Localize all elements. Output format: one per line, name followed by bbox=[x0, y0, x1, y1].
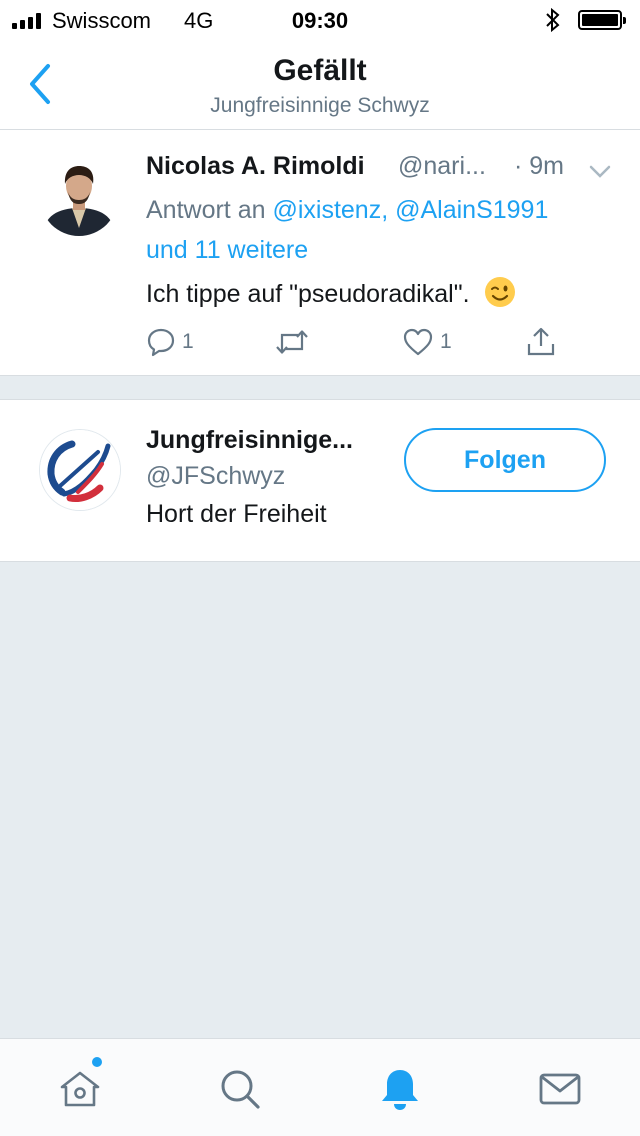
share-icon bbox=[527, 327, 555, 356]
tweet-body: Ich tippe auf "pseudoradikal". bbox=[146, 276, 616, 315]
share-button[interactable] bbox=[526, 324, 556, 360]
tab-home[interactable] bbox=[56, 1057, 104, 1113]
reply-context: Antwort an @ixistenz, @AlainS1991 und 11… bbox=[146, 190, 616, 270]
winking-face-icon bbox=[484, 276, 516, 315]
tab-search[interactable] bbox=[216, 1065, 264, 1113]
section-divider bbox=[0, 376, 640, 400]
tab-messages[interactable] bbox=[536, 1065, 584, 1113]
search-icon bbox=[221, 1070, 260, 1109]
nav-header: Gefällt Jungfreisinnige Schwyz bbox=[0, 40, 640, 130]
tweet-timestamp: · 9m bbox=[514, 152, 564, 180]
page-subtitle: Jungfreisinnige Schwyz bbox=[210, 94, 430, 117]
home-icon bbox=[60, 1071, 100, 1107]
tab-notifications[interactable] bbox=[376, 1065, 424, 1113]
jfs-logo-icon bbox=[40, 430, 120, 510]
bluetooth-icon bbox=[544, 7, 562, 38]
author-handle[interactable]: @nari... bbox=[398, 152, 486, 181]
notifications-icon bbox=[382, 1070, 418, 1110]
heart-icon bbox=[403, 328, 433, 356]
tweet-actions: 1 1 bbox=[146, 324, 586, 360]
reply-mentions[interactable]: @ixistenz, @AlainS1991 bbox=[272, 196, 548, 224]
like-count: 1 bbox=[440, 330, 452, 353]
tweet-card[interactable]: Nicolas A. Rimoldi @nari... · 9m Antwort… bbox=[0, 130, 640, 376]
account-card[interactable]: Jungfreisinnige... @JFSchwyz Hort der Fr… bbox=[0, 400, 640, 562]
tab-bar bbox=[0, 1038, 640, 1136]
author-name[interactable]: Nicolas A. Rimoldi bbox=[146, 152, 365, 181]
account-handle[interactable]: @JFSchwyz bbox=[146, 462, 285, 491]
tweet-header: Nicolas A. Rimoldi @nari... · 9m bbox=[146, 152, 616, 186]
retweet-button[interactable] bbox=[274, 324, 310, 360]
chevron-down-icon[interactable] bbox=[588, 158, 612, 178]
reply-icon bbox=[147, 328, 175, 357]
battery-icon bbox=[578, 10, 626, 30]
tweet-text: Ich tippe auf "pseudoradikal". bbox=[146, 280, 470, 309]
reply-button[interactable]: 1 bbox=[146, 324, 194, 360]
reply-more-link[interactable]: und 11 weitere bbox=[146, 236, 308, 264]
reply-prefix: Antwort an bbox=[146, 196, 266, 224]
account-avatar[interactable] bbox=[40, 430, 120, 510]
follow-button[interactable]: Folgen bbox=[404, 428, 606, 492]
avatar[interactable] bbox=[40, 158, 118, 236]
reply-count: 1 bbox=[182, 330, 194, 353]
page-title: Gefällt bbox=[273, 54, 367, 87]
account-bio: Hort der Freiheit bbox=[146, 500, 327, 528]
like-button[interactable]: 1 bbox=[402, 324, 452, 360]
status-bar: Swisscom 4G 09:30 bbox=[0, 0, 640, 40]
account-name[interactable]: Jungfreisinnige... bbox=[146, 426, 353, 455]
messages-icon bbox=[539, 1073, 581, 1105]
retweet-icon bbox=[276, 330, 308, 354]
new-content-dot bbox=[92, 1057, 102, 1067]
